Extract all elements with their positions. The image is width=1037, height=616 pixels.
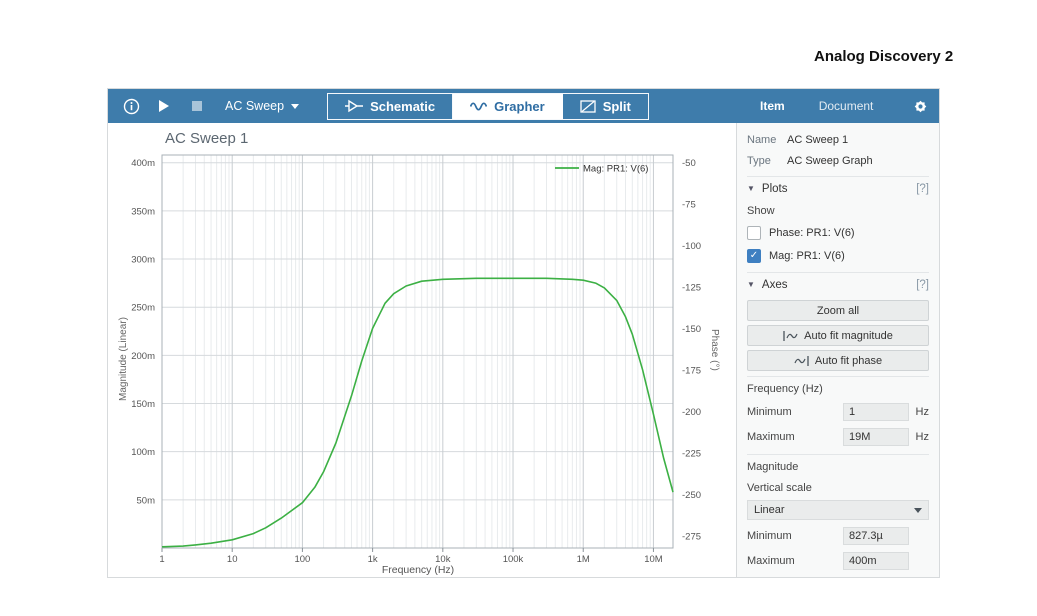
chevron-down-icon bbox=[914, 507, 922, 513]
phase-plot-checkbox[interactable] bbox=[747, 225, 761, 240]
svg-text:400m: 400m bbox=[131, 158, 155, 169]
svg-text:-100: -100 bbox=[682, 241, 701, 252]
svg-text:-50: -50 bbox=[682, 158, 696, 169]
svg-text:50m: 50m bbox=[137, 495, 156, 506]
item-name-row: Name AC Sweep 1 bbox=[747, 129, 929, 150]
svg-text:100: 100 bbox=[294, 554, 310, 565]
frequency-minimum-row: Minimum Hz bbox=[747, 399, 929, 424]
gear-icon[interactable] bbox=[911, 97, 929, 115]
auto-fit-phase-button[interactable]: Auto fit phase bbox=[747, 350, 929, 371]
svg-text:-250: -250 bbox=[682, 490, 701, 501]
tab-schematic[interactable]: Schematic bbox=[328, 93, 454, 119]
phase-plot-row[interactable]: Phase: PR1: V(6) bbox=[747, 221, 929, 244]
minimum-label: Minimum bbox=[747, 529, 792, 542]
mag-plot-checkbox[interactable] bbox=[747, 248, 761, 263]
svg-text:150m: 150m bbox=[131, 399, 155, 410]
svg-text:-175: -175 bbox=[682, 366, 701, 377]
split-icon bbox=[580, 99, 596, 113]
name-value: AC Sweep 1 bbox=[787, 133, 849, 146]
frequency-section-label: Frequency (Hz) bbox=[747, 376, 929, 399]
hz-unit-label: Hz bbox=[915, 405, 929, 418]
vertical-scale-label: Vertical scale bbox=[747, 481, 812, 494]
y-axis-left-label: Magnitude (Linear) bbox=[118, 317, 129, 401]
tab-grapher[interactable]: Grapher bbox=[453, 93, 563, 119]
svg-text:1M: 1M bbox=[577, 554, 590, 565]
grapher-icon bbox=[470, 101, 488, 111]
collapse-triangle-icon: ▼ bbox=[747, 280, 755, 289]
type-label: Type bbox=[747, 154, 771, 167]
magnitude-maximum-row: Maximum bbox=[747, 548, 929, 573]
tab-split[interactable]: Split bbox=[563, 94, 648, 119]
plot-canvas[interactable]: 400m 350m 300m 250m 200m 150m 100m 50m 1 10 100 1k 1… bbox=[108, 123, 736, 579]
panel-tab-item[interactable]: Item bbox=[758, 99, 787, 113]
svg-text:-150: -150 bbox=[682, 324, 701, 335]
axes-help-link[interactable]: [?] bbox=[916, 279, 929, 291]
chart-title: AC Sweep 1 bbox=[165, 130, 249, 147]
vertical-scale-select[interactable]: Linear bbox=[747, 500, 929, 520]
app-window: AC Sweep Schematic Grapher Split Item Do… bbox=[107, 88, 940, 578]
magnitude-minimum-row: Minimum bbox=[747, 523, 929, 548]
svg-text:100m: 100m bbox=[131, 447, 155, 458]
auto-fit-magnitude-icon bbox=[783, 330, 798, 341]
zoom-all-button[interactable]: Zoom all bbox=[747, 300, 929, 321]
plots-section-title: Plots bbox=[761, 182, 788, 195]
svg-text:350m: 350m bbox=[131, 206, 155, 217]
svg-text:-75: -75 bbox=[682, 200, 696, 211]
svg-text:300m: 300m bbox=[131, 255, 155, 266]
svg-text:-200: -200 bbox=[682, 407, 701, 418]
frequency-maximum-row: Maximum Hz bbox=[747, 424, 929, 449]
phase-plot-label: Phase: PR1: V(6) bbox=[769, 226, 855, 239]
magnitude-maximum-input[interactable] bbox=[843, 551, 909, 570]
frequency-minimum-input[interactable] bbox=[843, 402, 909, 421]
view-tab-group: Schematic Grapher Split bbox=[327, 92, 649, 120]
mag-plot-row[interactable]: Mag: PR1: V(6) bbox=[747, 244, 929, 267]
axes-section-title: Axes bbox=[761, 278, 788, 291]
schematic-icon bbox=[345, 99, 364, 113]
svg-text:100k: 100k bbox=[503, 554, 524, 565]
auto-fit-magnitude-button[interactable]: Auto fit magnitude bbox=[747, 325, 929, 346]
auto-fit-phase-icon bbox=[794, 355, 809, 366]
collapse-triangle-icon: ▼ bbox=[747, 184, 755, 193]
svg-text:-125: -125 bbox=[682, 283, 701, 294]
magnitude-section-label: Magnitude bbox=[747, 454, 929, 477]
svg-text:-275: -275 bbox=[682, 532, 701, 543]
panel-tab-document[interactable]: Document bbox=[817, 99, 876, 113]
page-title: Analog Discovery 2 bbox=[814, 48, 954, 65]
panel-tab-bar: Item Document bbox=[734, 89, 939, 123]
toolbar: AC Sweep Schematic Grapher Split Item Do… bbox=[108, 89, 939, 123]
stop-simulation-icon[interactable] bbox=[188, 97, 206, 115]
grapher-chart[interactable]: AC Sweep 1 Magnitude (Linear) Phase (°) … bbox=[108, 123, 736, 577]
svg-text:250m: 250m bbox=[131, 303, 155, 314]
y-axis-right-label: Phase (°) bbox=[709, 329, 720, 371]
plots-section-header[interactable]: ▼ Plots [?] bbox=[747, 176, 929, 200]
svg-text:-225: -225 bbox=[682, 449, 701, 460]
svg-text:200m: 200m bbox=[131, 351, 155, 362]
mag-plot-label: Mag: PR1: V(6) bbox=[769, 249, 845, 262]
minimum-label: Minimum bbox=[747, 405, 792, 418]
magnitude-minimum-input[interactable] bbox=[843, 526, 909, 545]
svg-text:1: 1 bbox=[159, 554, 164, 565]
svg-text:10M: 10M bbox=[644, 554, 663, 565]
maximum-label: Maximum bbox=[747, 430, 795, 443]
type-value: AC Sweep Graph bbox=[787, 154, 873, 167]
info-icon[interactable] bbox=[122, 97, 140, 115]
name-label: Name bbox=[747, 133, 777, 146]
svg-text:Mag: PR1: V(6): Mag: PR1: V(6) bbox=[583, 164, 648, 175]
axes-section-header[interactable]: ▼ Axes [?] bbox=[747, 272, 929, 296]
svg-text:1k: 1k bbox=[368, 554, 378, 565]
svg-text:10: 10 bbox=[227, 554, 238, 565]
chevron-down-icon bbox=[291, 103, 300, 109]
simulation-name: AC Sweep bbox=[225, 99, 285, 113]
item-type-row: Type AC Sweep Graph bbox=[747, 150, 929, 171]
hz-unit-label: Hz bbox=[915, 430, 929, 443]
simulation-selector[interactable]: AC Sweep bbox=[225, 99, 300, 113]
maximum-label: Maximum bbox=[747, 554, 795, 567]
plots-help-link[interactable]: [?] bbox=[916, 183, 929, 195]
show-label: Show bbox=[747, 204, 775, 217]
x-axis-label: Frequency (Hz) bbox=[381, 564, 455, 576]
vertical-scale-value: Linear bbox=[754, 504, 785, 516]
item-panel: Name AC Sweep 1 Type AC Sweep Graph ▼ Pl… bbox=[736, 123, 939, 577]
run-simulation-icon[interactable] bbox=[155, 97, 173, 115]
frequency-maximum-input[interactable] bbox=[843, 427, 909, 446]
